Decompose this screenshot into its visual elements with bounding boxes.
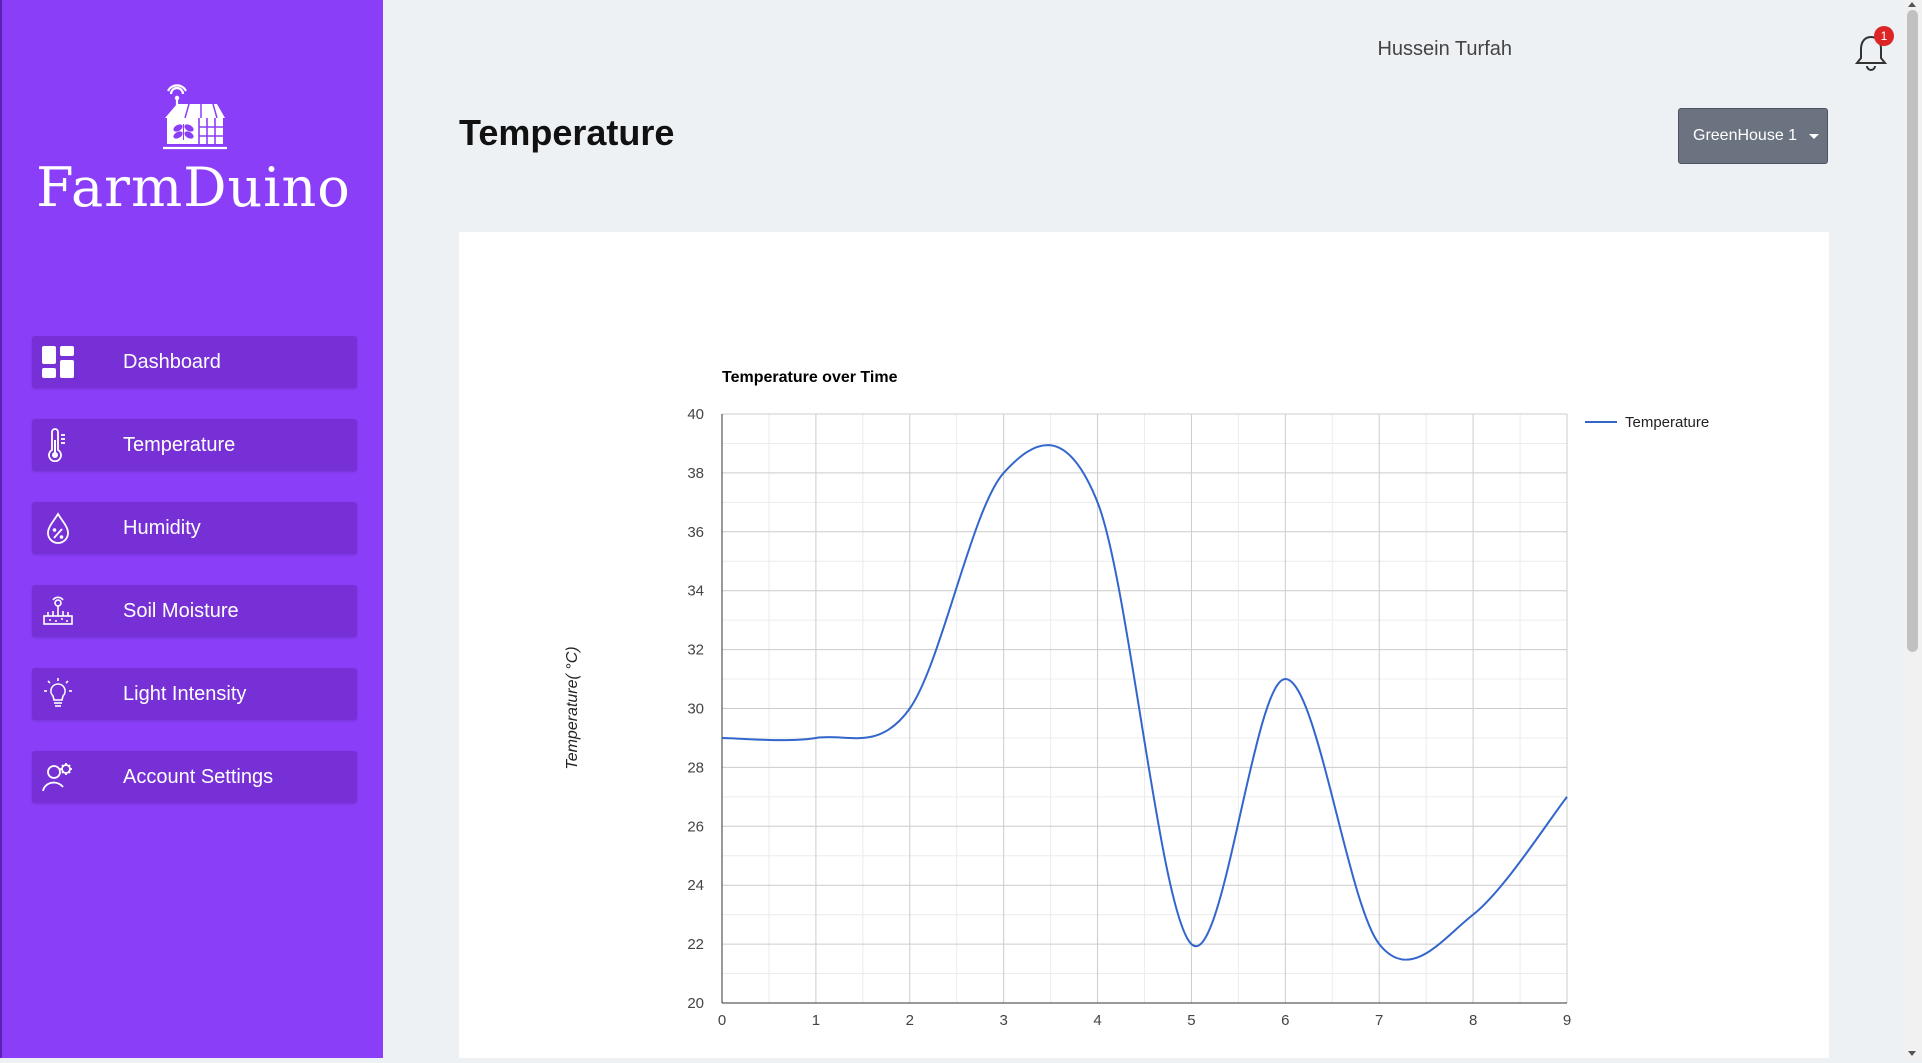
dashboard-icon <box>40 344 76 380</box>
x-tick-label: 0 <box>718 1012 726 1029</box>
sidebar-item-label: Temperature <box>123 433 236 456</box>
chart-y-axis-label: Temperature( °C) <box>564 646 581 769</box>
sidebar-item-soil-moisture[interactable]: Soil Moisture <box>32 585 357 637</box>
x-tick-label: 8 <box>1469 1012 1477 1029</box>
x-tick-label: 6 <box>1281 1012 1289 1029</box>
greenhouse-logo-icon <box>162 84 227 150</box>
y-tick-label: 32 <box>687 642 704 659</box>
chevron-down-icon <box>1809 133 1820 139</box>
sidebar-item-light-intensity[interactable]: Light Intensity <box>32 668 357 720</box>
lightbulb-icon <box>40 676 76 712</box>
sidebar-item-label: Humidity <box>123 516 201 539</box>
y-tick-label: 30 <box>687 701 704 718</box>
scrollbar-thumb[interactable] <box>1907 10 1918 652</box>
temperature-chart: 0 1 2 3 4 5 6 7 8 92022242628303234363840 Tempera… <box>564 369 1709 1029</box>
y-tick-label: 28 <box>687 759 704 776</box>
page-title: Temperature <box>459 112 675 153</box>
x-tick-label: 2 <box>906 1012 914 1029</box>
sidebar: FarmDuino Dashboard Temperature Humidity… <box>0 0 383 1058</box>
x-tick-label: 4 <box>1093 1012 1101 1029</box>
y-tick-label: 38 <box>687 465 704 482</box>
x-tick-label: 3 <box>999 1012 1007 1029</box>
user-gear-icon <box>40 759 76 795</box>
sidebar-item-label: Account Settings <box>123 765 274 788</box>
chart-title: Temperature over Time <box>722 369 898 386</box>
brand-logo[interactable]: FarmDuino <box>2 84 385 219</box>
sidebar-item-label: Light Intensity <box>123 682 247 705</box>
y-tick-label: 24 <box>687 877 704 894</box>
y-tick-label: 26 <box>687 818 704 835</box>
y-tick-label: 36 <box>687 524 704 541</box>
y-tick-label: 40 <box>687 406 704 423</box>
sidebar-item-label: Soil Moisture <box>123 599 239 622</box>
x-tick-label: 9 <box>1563 1012 1571 1029</box>
y-tick-label: 20 <box>687 995 704 1012</box>
page-scrollbar[interactable] <box>1903 0 1922 1058</box>
sidebar-nav: Dashboard Temperature Humidity Soil Mois… <box>32 336 357 834</box>
soil-moisture-icon <box>40 593 76 629</box>
sidebar-item-dashboard[interactable]: Dashboard <box>32 336 357 388</box>
sidebar-item-humidity[interactable]: Humidity <box>32 502 357 554</box>
user-name[interactable]: Hussein Turfah <box>1377 38 1512 61</box>
notification-badge: 1 <box>1874 26 1894 46</box>
x-tick-label: 1 <box>812 1012 820 1029</box>
sidebar-item-label: Dashboard <box>123 350 221 373</box>
y-tick-label: 34 <box>687 583 704 600</box>
y-tick-label: 22 <box>687 936 704 953</box>
chart-tick-labels: 0 1 2 3 4 5 6 7 8 92022242628303234363840 <box>687 406 1571 1029</box>
chart-legend: Temperature <box>1585 414 1709 431</box>
legend-label: Temperature <box>1625 414 1709 431</box>
thermometer-icon <box>40 427 76 463</box>
x-tick-label: 5 <box>1187 1012 1195 1029</box>
humidity-drop-icon <box>40 510 76 546</box>
scroll-up-arrow-icon[interactable] <box>1908 2 1916 7</box>
greenhouse-select[interactable]: GreenHouse 1 <box>1678 108 1828 164</box>
brand-name: FarmDuino <box>36 156 351 219</box>
scroll-down-arrow-icon[interactable] <box>1908 1051 1916 1056</box>
sidebar-item-temperature[interactable]: Temperature <box>32 419 357 471</box>
greenhouse-select-value: GreenHouse 1 <box>1693 127 1798 144</box>
chart-card: 0 1 2 3 4 5 6 7 8 9 20 22 24 26 28 30 32 34 36 38 40 Tempera… <box>459 232 1829 1058</box>
x-tick-label: 7 <box>1375 1012 1383 1029</box>
sidebar-item-account-settings[interactable]: Account Settings <box>32 751 357 803</box>
